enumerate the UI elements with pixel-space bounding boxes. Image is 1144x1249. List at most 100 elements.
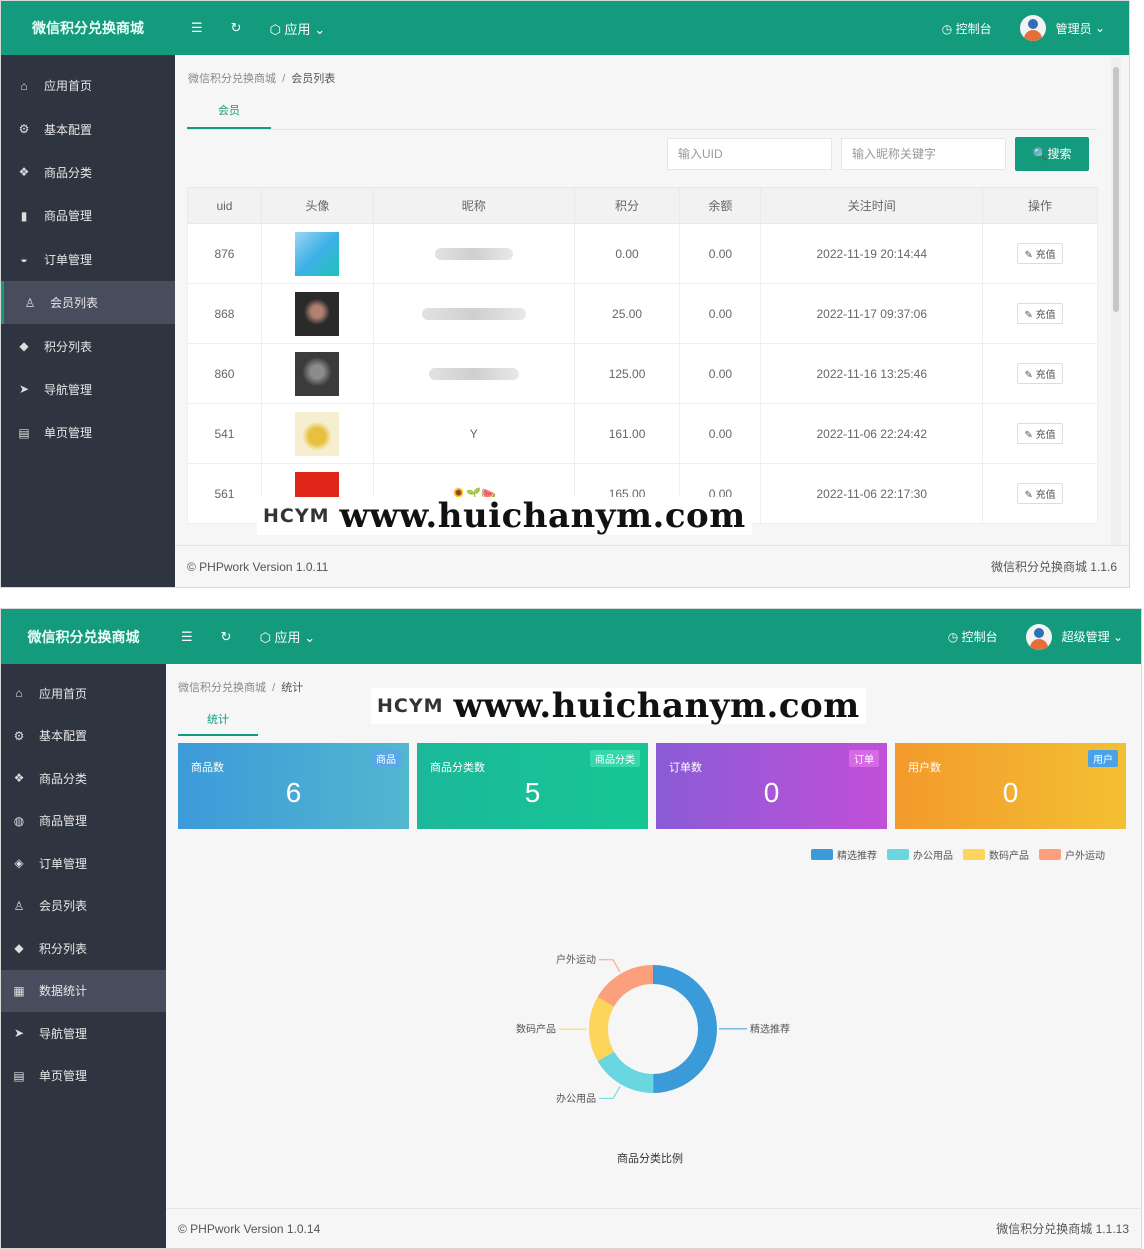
sidebar-item-label: 导航管理 (44, 382, 93, 397)
tab-statistics[interactable]: 统计 (178, 711, 258, 736)
column-header[interactable]: 余额 (679, 187, 762, 224)
legend-item[interactable]: 精选推荐 (811, 847, 877, 862)
card-value: 5 (524, 777, 541, 808)
scrollbar[interactable] (1111, 57, 1121, 545)
top-bar: 微信积分兑换商城 ☰ ↻ ⬡ 应用 ⌄ ◷ 控制台 超级管理 ⌄ (1, 609, 1141, 664)
order-count-card[interactable]: 订单数 订单 0 (656, 743, 887, 829)
sidebar-item[interactable]: ▤ 单页管理 (1, 1055, 166, 1098)
console-link[interactable]: ◷ 控制台 (942, 20, 992, 37)
sidebar-item[interactable]: ➤ 导航管理 (1, 368, 175, 411)
breadcrumb-root[interactable]: 微信积分兑换商城 (188, 73, 276, 85)
apps-menu[interactable]: ⬡ 应用 ⌄ (270, 19, 326, 38)
refresh-icon[interactable]: ↻ (231, 20, 242, 36)
recharge-label: 充值 (1035, 310, 1056, 321)
recharge-button[interactable]: ✎ 充值 (1017, 303, 1063, 324)
diamond-icon: ◆ (19, 339, 29, 354)
table-row[interactable]: 860 125.00 0.00 2022-11-16 13:25:46 ✎ 充值 (187, 343, 1098, 404)
search-icon: 🔍 (1032, 147, 1048, 161)
app-brand[interactable]: 微信积分兑换商城 (1, 1, 175, 55)
user-count-card[interactable]: 用户数 用户 0 (895, 743, 1126, 829)
sidebar-item[interactable]: ◈ 订单管理 (1, 842, 166, 885)
search-button[interactable]: 🔍搜索 (1015, 137, 1089, 171)
cell-balance: 0.00 (679, 343, 762, 404)
sidebar-item[interactable]: ◆ 积分列表 (1, 927, 166, 970)
column-header[interactable]: 昵称 (372, 187, 575, 224)
sidebar-item[interactable]: ⌂ 应用首页 (1, 64, 175, 107)
sidebar-item[interactable]: ◒ 订单管理 (1, 238, 175, 281)
edit-icon: ✎ (1024, 370, 1033, 381)
legend-label: 办公用品 (913, 851, 953, 862)
column-header[interactable]: 头像 (260, 187, 374, 224)
sidebar-item[interactable]: ❖ 商品分类 (1, 757, 166, 800)
recharge-button[interactable]: ✎ 充值 (1017, 363, 1063, 384)
sidebar-item[interactable]: ♙ 会员列表 (1, 280, 175, 325)
nickname-input[interactable]: 输入昵称关键字 (841, 138, 1006, 170)
cell-uid: 876 (187, 223, 262, 284)
breadcrumb: 微信积分兑换商城 / 统计 (178, 682, 304, 694)
chevron-down-icon: ⌄ (1094, 21, 1105, 35)
basket-icon: ◒ (20, 252, 28, 267)
console-link[interactable]: ◷ 控制台 (948, 628, 998, 645)
card-title: 订单数 (669, 762, 702, 774)
column-header[interactable]: uid (187, 187, 262, 224)
menu-toggle-icon[interactable]: ☰ (191, 20, 203, 36)
menu-toggle-icon[interactable]: ☰ (181, 629, 193, 645)
recharge-button[interactable]: ✎ 充值 (1017, 483, 1063, 504)
table-row[interactable]: 541 Y 161.00 0.00 2022-11-06 22:24:42 ✎ 充值 (187, 403, 1098, 464)
donut-slice[interactable] (597, 965, 653, 1007)
app-brand[interactable]: 微信积分兑换商城 (1, 609, 166, 664)
recharge-button[interactable]: ✎ 充值 (1017, 243, 1063, 264)
table-row[interactable]: 876 0.00 0.00 2022-11-19 20:14:44 ✎ 充值 (187, 223, 1098, 284)
breadcrumb-root[interactable]: 微信积分兑换商城 (178, 682, 266, 694)
sidebar-item[interactable]: ⚙ 基本配置 (1, 107, 175, 150)
file-icon: ▤ (18, 425, 30, 440)
sidebar-item[interactable]: ⚙ 基本配置 (1, 715, 166, 758)
goods-count-card[interactable]: 商品数 商品 6 (178, 743, 409, 829)
uid-input[interactable]: 输入UID (667, 138, 832, 170)
box-icon: ◍ (13, 813, 25, 828)
sidebar-item[interactable]: ▮ 商品管理 (1, 194, 175, 237)
cell-action: ✎ 充值 (982, 343, 1098, 404)
sidebar-item[interactable]: ♙ 会员列表 (1, 885, 166, 928)
column-header[interactable]: 操作 (982, 187, 1098, 224)
donut-slice[interactable] (653, 965, 717, 1093)
apps-menu[interactable]: ⬡ 应用 ⌄ (260, 627, 316, 646)
legend-item[interactable]: 数码产品 (963, 847, 1029, 862)
cell-uid: 561 (187, 463, 262, 524)
cell-avatar (260, 403, 374, 464)
sidebar-item[interactable]: ▦ 数据统计 (1, 969, 166, 1012)
breadcrumb: 微信积分兑换商城 / 会员列表 (188, 73, 336, 85)
table-row[interactable]: 868 25.00 0.00 2022-11-17 09:37:06 ✎ 充值 (187, 283, 1098, 344)
column-header[interactable]: 积分 (573, 187, 681, 224)
donut-slice[interactable] (597, 1051, 654, 1093)
recharge-button[interactable]: ✎ 充值 (1017, 423, 1063, 444)
sidebar-item[interactable]: ◆ 积分列表 (1, 324, 175, 367)
avatar (295, 231, 340, 276)
cell-action: ✎ 充值 (982, 403, 1098, 464)
card-title: 商品分类数 (430, 762, 485, 774)
column-header[interactable]: 关注时间 (760, 187, 984, 224)
sidebar-item[interactable]: ▤ 单页管理 (1, 411, 175, 454)
cell-nickname (372, 343, 575, 404)
user-label: 管理员 (1055, 21, 1092, 36)
refresh-icon[interactable]: ↻ (221, 629, 232, 645)
user-menu[interactable]: 管理员 ⌄ (1019, 15, 1105, 41)
cubes-icon: ❖ (18, 165, 30, 180)
legend-item[interactable]: 办公用品 (887, 847, 953, 862)
user-menu[interactable]: 超级管理 ⌄ (1025, 623, 1123, 650)
cell-nickname: Y (372, 403, 575, 464)
dashboard-icon: ◷ (941, 21, 953, 36)
sidebar-item[interactable]: ◍ 商品管理 (1, 800, 166, 843)
sidebar-item[interactable]: ➤ 导航管理 (1, 1012, 166, 1055)
scrollbar-thumb[interactable] (1113, 67, 1119, 312)
sidebar-item[interactable]: ⌂ 应用首页 (1, 672, 166, 715)
tab-member[interactable]: 会员 (187, 102, 271, 129)
cell-action: ✎ 充值 (982, 223, 1098, 284)
legend-item[interactable]: 户外运动 (1039, 847, 1105, 862)
category-count-card[interactable]: 商品分类数 商品分类 5 (417, 743, 648, 829)
sidebar-item[interactable]: ❖ 商品分类 (1, 151, 175, 194)
cell-avatar (260, 343, 374, 404)
apps-label: 应用 (274, 630, 301, 645)
chevron-down-icon: ⌄ (304, 630, 316, 645)
donut-slice[interactable] (589, 997, 615, 1062)
